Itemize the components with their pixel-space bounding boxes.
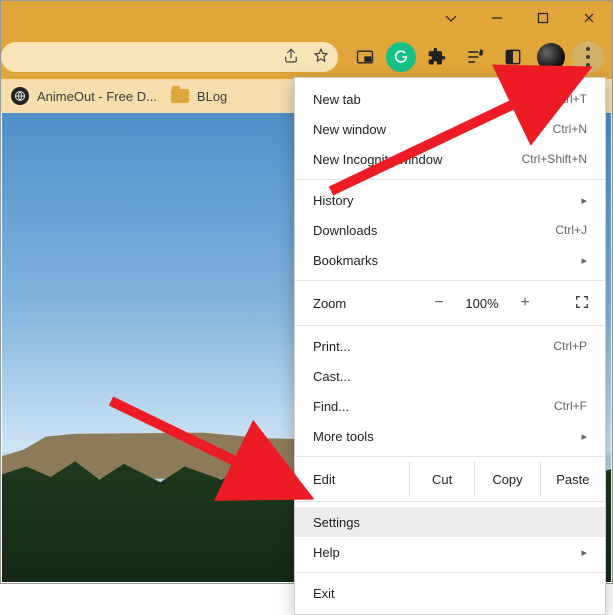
menu-label: Edit [313,472,409,487]
zoom-value: 100% [457,296,507,311]
menu-cast[interactable]: Cast... [295,361,605,391]
menu-separator [295,572,605,573]
picture-in-picture-icon[interactable] [348,40,382,74]
zoom-in-button[interactable]: + [507,294,543,312]
menu-separator [295,456,605,457]
menu-downloads[interactable]: Downloads Ctrl+J [295,215,605,245]
menu-separator [295,325,605,326]
menu-bookmarks[interactable]: Bookmarks [295,245,605,275]
menu-edit-row: Edit Cut Copy Paste [295,462,605,496]
menu-label: Exit [313,586,335,601]
menu-shortcut: Ctrl+F [554,399,587,413]
menu-incognito[interactable]: New Incognito window Ctrl+Shift+N [295,144,605,174]
menu-history[interactable]: History [295,185,605,215]
menu-shortcut: Ctrl+T [554,92,587,106]
menu-help[interactable]: Help [295,537,605,567]
edit-copy-button[interactable]: Copy [474,462,539,496]
menu-print[interactable]: Print... Ctrl+P [295,331,605,361]
bookmark-label: BLog [197,89,227,104]
menu-label: Settings [313,515,360,530]
folder-icon [171,89,189,103]
menu-zoom-row: Zoom − 100% + [295,286,605,320]
chrome-main-menu: New tab Ctrl+T New window Ctrl+N New Inc… [294,77,606,615]
menu-shortcut: Ctrl+N [553,122,587,136]
menu-label: History [313,193,353,208]
reading-list-icon[interactable] [496,40,530,74]
extensions-icon[interactable] [420,40,454,74]
edit-cut-button[interactable]: Cut [409,462,474,496]
menu-separator [295,501,605,502]
menu-find[interactable]: Find... Ctrl+F [295,391,605,421]
globe-icon [11,87,29,105]
tab-dropdown-icon[interactable] [428,1,474,35]
close-button[interactable] [566,1,612,35]
window-titlebar [1,1,612,35]
maximize-button[interactable] [520,1,566,35]
kebab-menu-button[interactable] [572,41,604,73]
fullscreen-icon[interactable] [565,294,599,313]
menu-new-window[interactable]: New window Ctrl+N [295,114,605,144]
zoom-out-button[interactable]: − [421,294,457,312]
menu-separator [295,179,605,180]
menu-label: Help [313,545,340,560]
bookmark-label: AnimeOut - Free D... [37,89,157,104]
menu-label: New tab [313,92,361,107]
menu-label: Find... [313,399,349,414]
menu-label: Zoom [313,296,421,311]
avatar[interactable] [534,40,568,74]
address-bar[interactable] [1,42,338,72]
menu-separator [295,280,605,281]
music-queue-icon[interactable] [458,40,492,74]
menu-label: Cast... [313,369,351,384]
menu-shortcut: Ctrl+Shift+N [522,152,587,166]
menu-shortcut: Ctrl+P [553,339,587,353]
menu-label: New Incognito window [313,152,442,167]
star-icon[interactable] [312,47,330,68]
menu-more-tools[interactable]: More tools [295,421,605,451]
share-icon[interactable] [282,47,300,68]
menu-label: Print... [313,339,351,354]
browser-toolbar [1,35,612,79]
menu-new-tab[interactable]: New tab Ctrl+T [295,84,605,114]
edit-paste-button[interactable]: Paste [540,462,605,496]
minimize-button[interactable] [474,1,520,35]
menu-label: Bookmarks [313,253,378,268]
menu-label: Downloads [313,223,377,238]
grammarly-icon[interactable] [386,42,416,72]
menu-label: New window [313,122,386,137]
bookmark-item[interactable]: AnimeOut - Free D... [11,87,157,105]
menu-settings[interactable]: Settings [295,507,605,537]
menu-label: More tools [313,429,374,444]
menu-exit[interactable]: Exit [295,578,605,608]
bookmark-folder[interactable]: BLog [171,89,227,104]
menu-shortcut: Ctrl+J [555,223,587,237]
